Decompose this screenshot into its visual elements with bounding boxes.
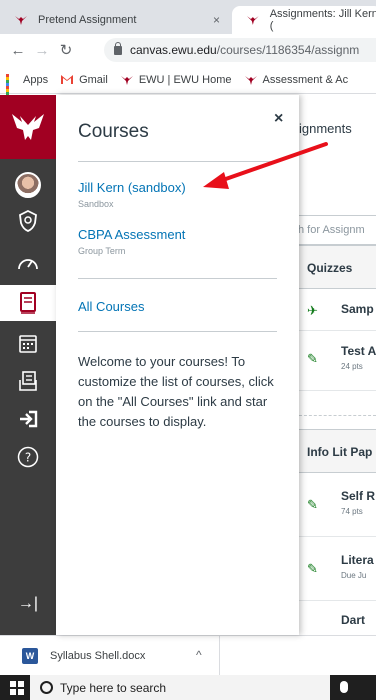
download-filename: Syllabus Shell.docx <box>50 650 146 662</box>
address-bar: ← → ↻ canvas.ewu.edu/courses/1186354/ass… <box>0 34 376 66</box>
assignment-row[interactable]: ✎ Test A 24 pts <box>299 331 376 391</box>
rocket-icon: ✈ <box>307 303 318 318</box>
eagle-favicon-icon <box>15 16 27 25</box>
lock-icon <box>114 41 122 55</box>
assignment-due: Due Ju <box>341 571 367 580</box>
assignment-name[interactable]: Litera <box>341 553 374 567</box>
back-arrow-icon[interactable]: ← <box>6 42 30 59</box>
ewu-logo[interactable] <box>0 95 56 159</box>
help-icon: ? <box>17 446 39 468</box>
assignment-row[interactable]: ✎ Litera Due Ju <box>299 537 376 601</box>
assignment-icon: ✎ <box>307 497 318 512</box>
collapse-nav-icon[interactable]: →| <box>0 595 56 613</box>
assignment-points: 24 pts <box>341 362 363 371</box>
tray-help-message: Welcome to your courses! To customize th… <box>78 354 274 429</box>
courses-nav-item[interactable] <box>0 285 56 321</box>
windows-start-icon[interactable] <box>10 681 24 695</box>
tab-assignments[interactable]: Assignments: Jill Kern ( <box>232 6 376 34</box>
apps-grid-icon <box>6 73 18 101</box>
assignment-points: 74 pts <box>341 507 363 516</box>
bookmark-assessment[interactable]: Assessment & Ac <box>244 73 349 86</box>
breadcrumb[interactable]: ignments <box>299 121 352 136</box>
shield-icon <box>19 210 37 232</box>
bookmark-gmail[interactable]: Gmail <box>60 74 108 86</box>
eagle-favicon-icon <box>244 75 257 85</box>
assignment-name[interactable]: Test A <box>341 344 376 358</box>
divider <box>78 331 277 332</box>
chevron-up-icon[interactable]: ^ <box>196 648 202 662</box>
eagle-favicon-icon <box>246 16 259 25</box>
dashboard-nav-item[interactable] <box>0 245 56 281</box>
account-nav-item[interactable] <box>0 167 56 203</box>
global-navigation: ? →| <box>0 95 56 635</box>
eagle-favicon-icon <box>120 75 133 85</box>
assignment-name[interactable]: Dart <box>341 613 365 627</box>
search-circle-icon <box>40 681 53 694</box>
course-link-jill-kern-sandbox[interactable]: Jill Kern (sandbox) <box>78 180 186 195</box>
assignments-page: ignments h for Assignm Quizzes ✈ Samp ✎ … <box>299 95 376 635</box>
assignment-row[interactable]: ✈ Samp <box>299 289 376 331</box>
close-tray-icon[interactable]: × <box>274 110 283 128</box>
course-term: Group Term <box>78 246 126 256</box>
search-assignments-input[interactable]: h for Assignm <box>299 215 376 245</box>
assignment-group-header[interactable]: Quizzes <box>299 245 376 289</box>
courses-tray: Courses × Jill Kern (sandbox) Sandbox CB… <box>56 95 299 635</box>
assignment-name[interactable]: Self R <box>341 489 375 503</box>
close-tab-icon[interactable]: × <box>213 13 220 27</box>
bookmark-label: Assessment & Ac <box>262 73 349 86</box>
divider <box>78 278 277 279</box>
bookmark-label: Gmail <box>79 73 108 86</box>
bookmarks-bar: Apps Gmail EWU | EWU Home Assessment & A… <box>0 66 376 101</box>
assignment-row[interactable]: ✎ Self R 74 pts <box>299 473 376 537</box>
bookmark-ewu-home[interactable]: EWU | EWU Home <box>120 74 232 86</box>
calendar-icon <box>19 335 37 353</box>
browser-tab-strip: Pretend Assignment × Assignments: Jill K… <box>0 0 376 34</box>
forward-arrow-icon[interactable]: → <box>30 42 54 59</box>
assignment-row[interactable]: Dart <box>299 601 376 635</box>
url-field[interactable]: canvas.ewu.edu/courses/1186354/assignm <box>104 38 376 62</box>
inbox-icon <box>19 371 37 391</box>
all-courses-link[interactable]: All Courses <box>78 299 144 314</box>
inbox-nav-item[interactable] <box>0 363 56 399</box>
microphone-icon[interactable] <box>340 681 348 693</box>
gmail-icon <box>61 75 74 84</box>
calendar-nav-item[interactable] <box>0 325 56 361</box>
assignment-group-header[interactable]: Info Lit Pap <box>299 429 376 473</box>
tab-title: Pretend Assignment <box>38 14 137 26</box>
eagle-logo-icon <box>12 114 44 140</box>
bookmark-label: EWU | EWU Home <box>138 73 232 86</box>
speedometer-icon <box>18 259 38 270</box>
book-icon <box>20 292 36 314</box>
admin-nav-item[interactable] <box>0 203 56 239</box>
divider <box>78 161 277 162</box>
commons-nav-item[interactable] <box>0 401 56 437</box>
bookmark-apps[interactable]: Apps <box>6 73 49 101</box>
taskbar-search-placeholder: Type here to search <box>60 680 167 695</box>
help-nav-item[interactable]: ? <box>0 439 56 475</box>
assignment-icon: ✎ <box>307 561 318 576</box>
course-link-cbpa-assessment[interactable]: CBPA Assessment <box>78 227 185 242</box>
tab-pretend-assignment[interactable]: Pretend Assignment × <box>0 6 232 34</box>
tab-title: Assignments: Jill Kern ( <box>269 8 376 32</box>
arrow-into-icon <box>20 410 38 428</box>
download-shelf: W Syllabus Shell.docx ^ <box>0 635 376 676</box>
bookmark-label: Apps <box>23 73 49 86</box>
url-path: /courses/1186354/assignm <box>216 43 360 57</box>
divider <box>299 415 376 416</box>
taskbar-search-field[interactable]: Type here to search <box>30 675 330 700</box>
download-item[interactable]: W Syllabus Shell.docx ^ <box>0 636 220 676</box>
url-host: canvas.ewu.edu <box>130 43 217 57</box>
svg-text:?: ? <box>25 451 31 465</box>
tray-title: Courses <box>78 121 149 142</box>
windows-taskbar: Type here to search <box>0 675 376 700</box>
quiz-icon: ✎ <box>307 351 318 366</box>
reload-icon[interactable]: ↻ <box>54 41 78 59</box>
avatar <box>15 172 41 198</box>
assignment-name[interactable]: Samp <box>341 302 374 316</box>
word-doc-icon: W <box>22 648 38 664</box>
course-term: Sandbox <box>78 199 114 209</box>
